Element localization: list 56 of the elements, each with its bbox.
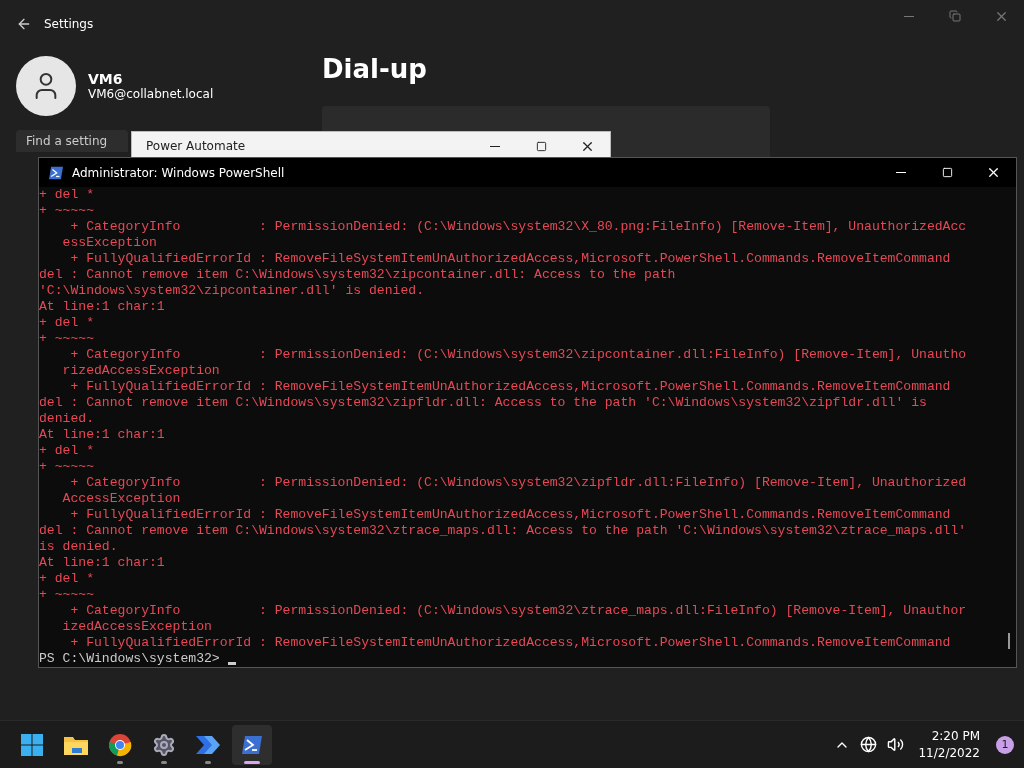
back-icon[interactable]	[16, 16, 32, 32]
avatar	[16, 56, 76, 116]
terminal-line: del : Cannot remove item C:\Windows\system32\ztrace_maps.dll: Access to the path 'C:\Windows\system32\ztrace_maps.dll'	[39, 523, 967, 539]
terminal-line: 'C:\Windows\system32\zipcontainer.dll' is denied.	[39, 283, 425, 299]
terminal-line: + del *	[39, 187, 94, 203]
terminal-line: + del *	[39, 571, 94, 587]
terminal-line: del : Cannot remove item C:\Windows\system32\zipfldr.dll: Access to the path 'C:\Windows\system32\zipfldr.dll' is	[39, 395, 927, 411]
search-field[interactable]: Find a setting	[16, 130, 128, 152]
terminal-line: + ~~~~~	[39, 203, 94, 219]
minimize-icon	[904, 15, 914, 17]
terminal-line: + FullyQualifiedErrorId : RemoveFileSystemItemUnAuthorizedAccess,Microsoft.PowerShell.Commands.RemoveItemCommand	[69, 635, 951, 651]
terminal-line: essException	[61, 235, 157, 251]
terminal-line: is denied.	[39, 539, 118, 555]
minimize-icon	[896, 172, 906, 173]
terminal-line: At line:1 char:1	[39, 299, 165, 315]
terminal-line: + CategoryInfo : PermissionDenied: (C:\Windows\system32\zipcontainer.dll:FileInfo) [Remove-Item], Unautho	[69, 347, 967, 363]
terminal-line: denied.	[39, 411, 94, 427]
gear-icon	[152, 732, 176, 757]
terminal-line: izedAccessException	[61, 619, 212, 635]
scrollbar-thumb[interactable]	[1008, 633, 1010, 649]
user-email: VM6@collabnet.local	[88, 87, 214, 101]
maximize-icon	[941, 167, 953, 178]
terminal-line: + del *	[39, 443, 94, 459]
windows-logo-icon	[20, 732, 44, 757]
notification-badge[interactable]: 1	[996, 735, 1014, 754]
text-cursor	[227, 662, 236, 665]
user-name: VM6	[88, 71, 124, 87]
browser-logo-icon	[108, 732, 132, 757]
terminal-line: + FullyQualifiedErrorId : RemoveFileSystemItemUnAuthorizedAccess,Microsoft.PowerShell.Commands.RemoveItemCommand	[69, 379, 951, 395]
clock[interactable]: 2:20 PM 11/2/2022	[912, 727, 986, 762]
window-title: Settings	[44, 17, 94, 31]
taskbar-app-button[interactable]	[232, 724, 272, 765]
restore-icon	[949, 10, 961, 22]
terminal-line: + ~~~~~	[39, 587, 94, 603]
prompt-line: PS C:\Windows\system32>	[39, 651, 221, 667]
terminal-line: + FullyQualifiedErrorId : RemoveFileSystemItemUnAuthorizedAccess,Microsoft.PowerShell.Commands.RemoveItemCommand	[69, 251, 951, 267]
page-title: Dial-up	[322, 54, 428, 84]
terminal-line: + del *	[39, 315, 94, 331]
terminal-line: rizedAccessException	[61, 363, 220, 379]
terminal-line: At line:1 char:1	[39, 427, 165, 443]
terminal-icon	[48, 165, 64, 180]
maximize-icon	[535, 140, 547, 152]
terminal-line: del : Cannot remove item C:\Windows\system32\zipcontainer.dll: Access to the path	[39, 267, 676, 283]
minimize-icon	[490, 145, 500, 147]
terminal-icon	[241, 734, 263, 755]
terminal-line: + CategoryInfo : PermissionDenied: (C:\Windows\system32\X_80.png:FileInfo) [Remove-Item], UnauthorizedAcc	[69, 219, 967, 235]
terminal-line: + CategoryInfo : PermissionDenied: (C:\Windows\system32\ztrace_maps.dll:FileInfo) [Remove-Item], Unauthor	[69, 603, 967, 619]
terminal-line: AccessException	[61, 491, 181, 507]
chevron-logo-icon	[195, 733, 221, 756]
terminal-line: + ~~~~~	[39, 331, 94, 347]
window-title: Power Automate	[145, 139, 247, 153]
terminal-line: + FullyQualifiedErrorId : RemoveFileSystemItemUnAuthorizedAccess,Microsoft.PowerShell.Commands.RemoveItemCommand	[69, 507, 951, 523]
terminal-line: + ~~~~~	[39, 459, 94, 475]
window-title: Administrator: Windows PowerShell	[72, 165, 286, 180]
terminal-line: At line:1 char:1	[39, 555, 165, 571]
terminal-line: + CategoryInfo : PermissionDenied: (C:\Windows\system32\zipfldr.dll:FileInfo) [Remove-Item], Unauthorized	[69, 475, 967, 491]
